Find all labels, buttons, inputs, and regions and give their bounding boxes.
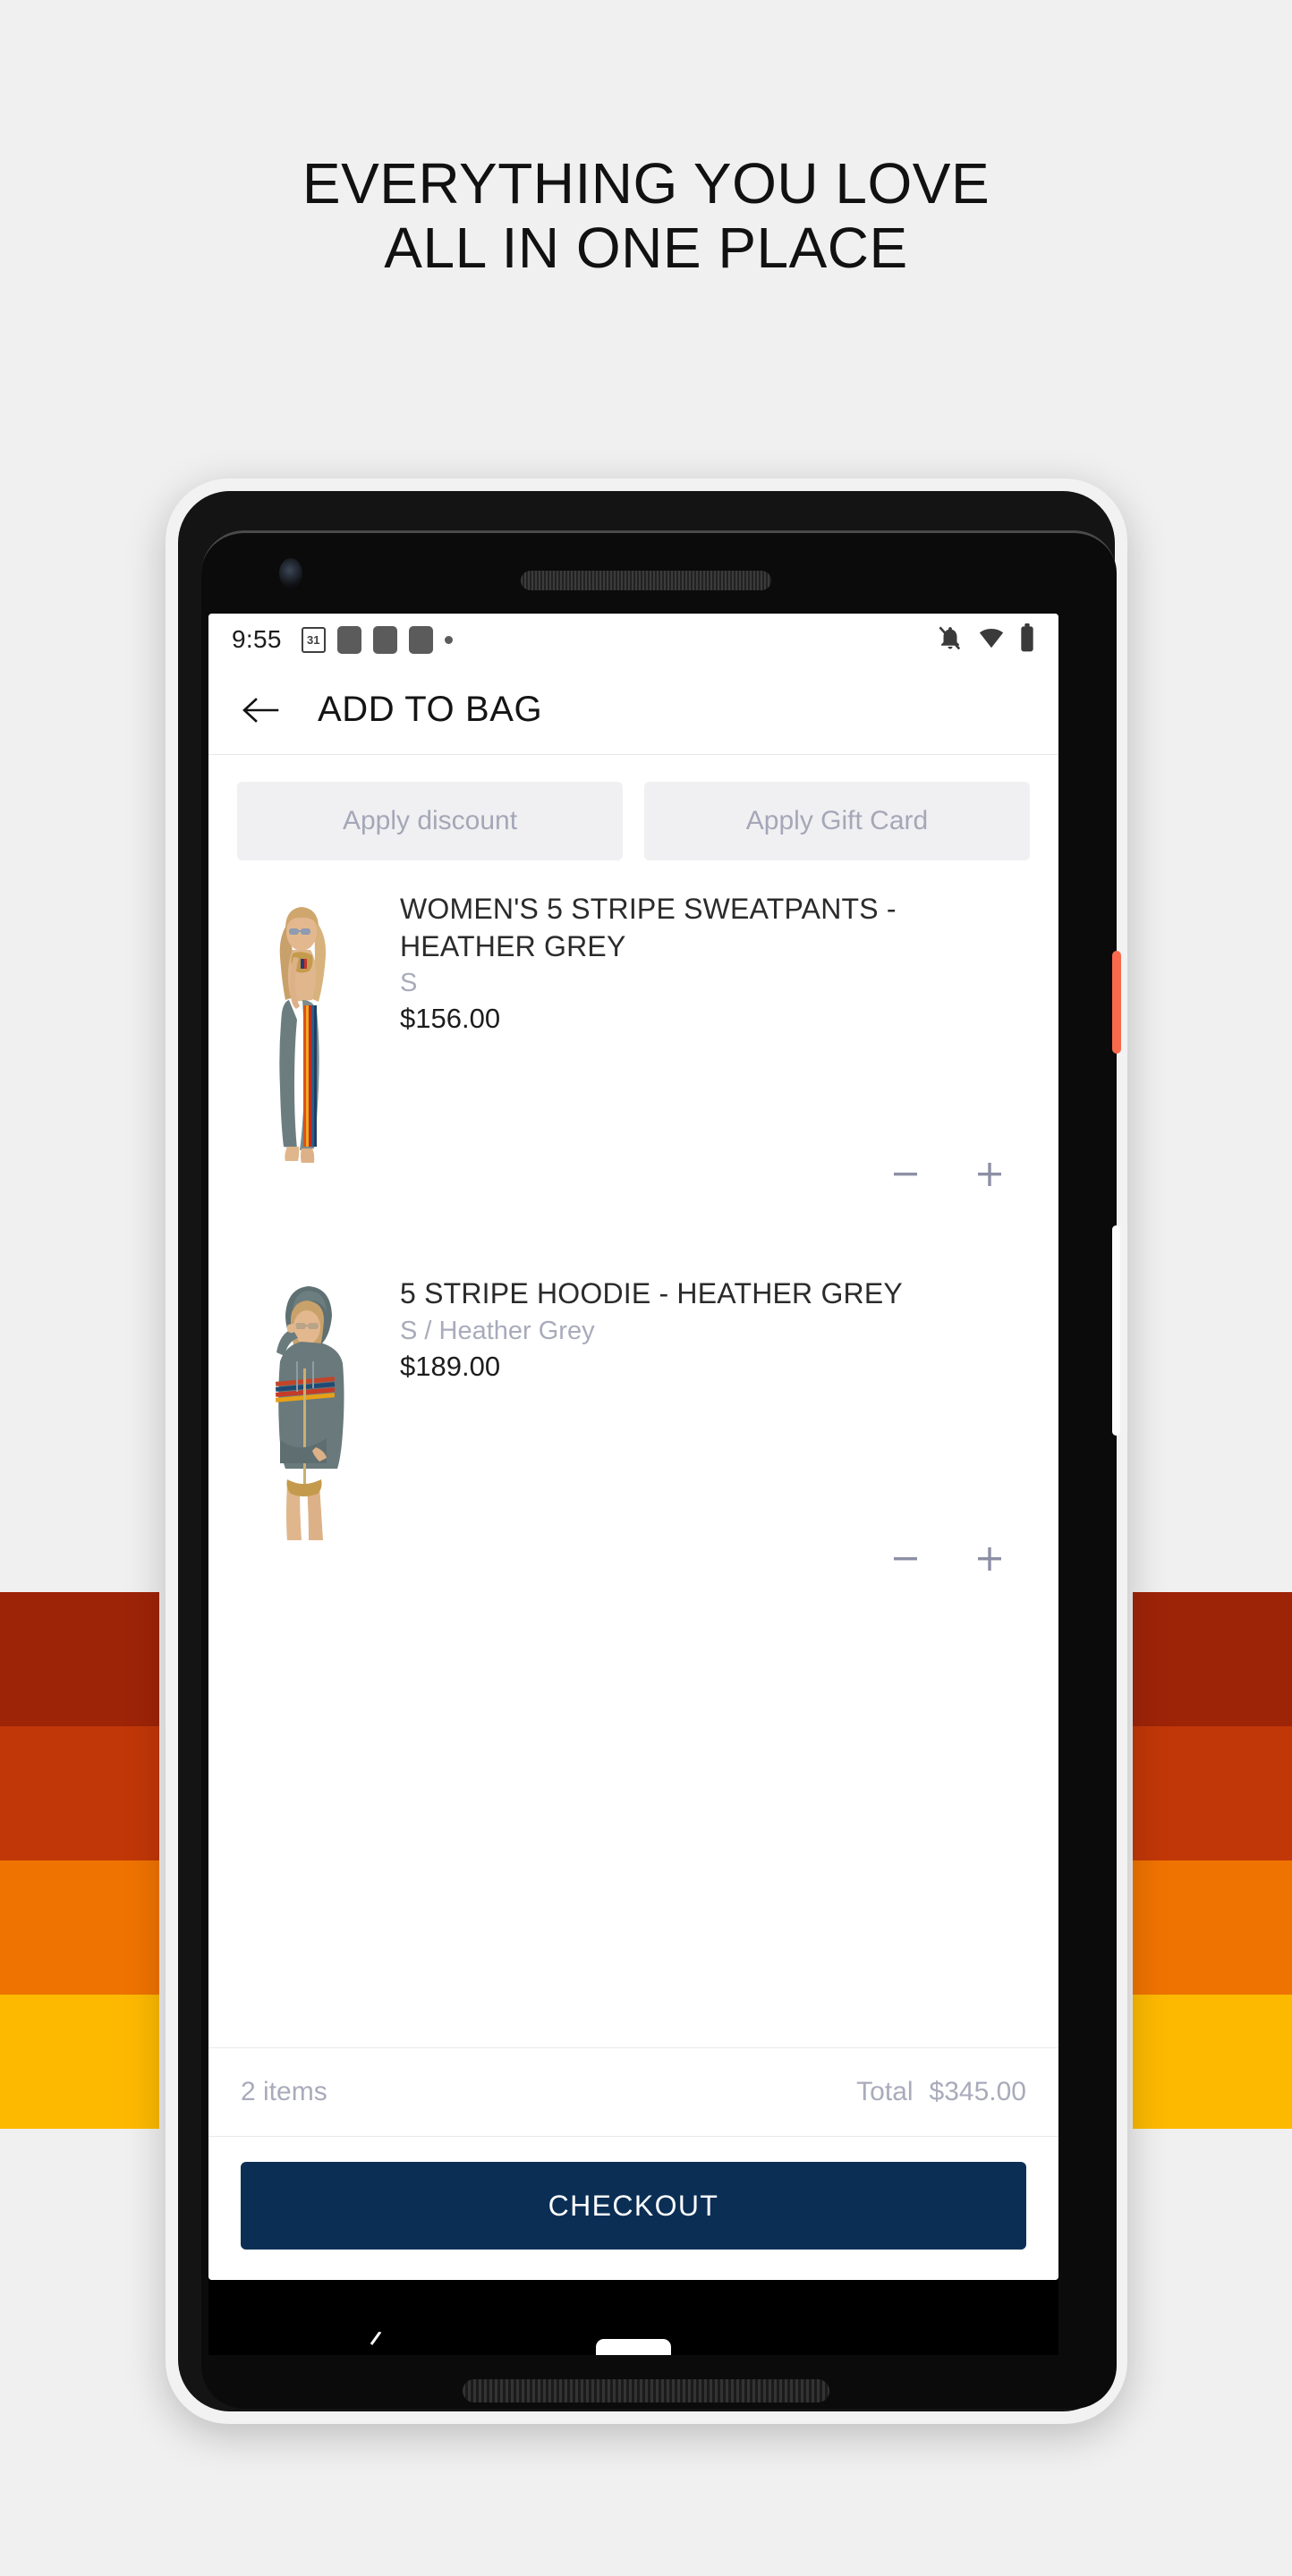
product-variant: S	[400, 969, 418, 998]
page-title: ADD TO BAG	[318, 690, 543, 729]
nav-home-pill[interactable]	[596, 2339, 671, 2355]
decrement-quantity-button[interactable]	[885, 1154, 926, 1195]
product-title: 5 STRIPE HOODIE - HEATHER GREY	[400, 1277, 903, 1309]
calendar-icon: 31	[301, 626, 326, 653]
android-navigation-bar	[208, 2280, 1058, 2355]
app-icon	[336, 625, 361, 654]
stripe-band	[0, 1726, 159, 1860]
app-icon	[372, 625, 397, 654]
decorative-stripes-left	[0, 1592, 159, 2129]
checkout-area: CHECKOUT	[208, 2137, 1058, 2280]
notifications-off-icon	[937, 624, 964, 656]
checkout-button[interactable]: CHECKOUT	[241, 2162, 1026, 2250]
status-bar: 9:55 31	[208, 614, 1058, 665]
stripe-band	[1133, 1592, 1292, 1726]
dot-icon	[444, 635, 453, 644]
phone-screen: 9:55 31 ADD TO BAG Apply discount Apply …	[208, 614, 1058, 2280]
decorative-stripes-right	[1133, 1592, 1292, 2129]
cart-totals-row: 2 items Total $345.00	[208, 2047, 1058, 2137]
stripe-band	[0, 1592, 159, 1726]
cart-item-list: WOMEN'S 5 STRIPE SWEATPANTS - HEATHER GR…	[208, 868, 1058, 1637]
product-thumbnail[interactable]	[237, 887, 373, 1245]
status-bar-clock: 9:55	[232, 625, 282, 653]
back-arrow-icon[interactable]	[239, 690, 280, 731]
bottom-speaker-grille	[463, 2379, 829, 2402]
apply-gift-card-button[interactable]: Apply Gift Card	[644, 782, 1030, 860]
nav-back-icon[interactable]	[368, 2331, 382, 2355]
status-bar-system-icons	[937, 623, 1035, 657]
increment-quantity-button[interactable]	[969, 1154, 1010, 1195]
total-label: Total	[856, 2077, 914, 2106]
cart-footer: 2 items Total $345.00 CHECKOUT	[208, 2047, 1058, 2280]
product-variant: S / Heather Grey	[400, 1316, 595, 1345]
quantity-stepper	[885, 1538, 1030, 1580]
app-icon	[408, 625, 433, 654]
product-title: WOMEN'S 5 STRIPE SWEATPANTS - HEATHER GR…	[400, 893, 897, 962]
wifi-icon	[977, 624, 1006, 656]
cart-item[interactable]: WOMEN'S 5 STRIPE SWEATPANTS - HEATHER GR…	[237, 868, 1030, 1252]
cart-item[interactable]: 5 STRIPE HOODIE - HEATHER GREY S / Heath…	[237, 1252, 1030, 1637]
volume-button[interactable]	[1112, 1225, 1120, 1436]
front-camera-icon	[279, 558, 302, 589]
battery-icon	[1019, 623, 1035, 657]
stripe-band	[0, 1860, 159, 1995]
earpiece-speaker-grille	[521, 571, 771, 590]
product-price: $189.00	[400, 1350, 501, 1382]
status-bar-notification-icons: 31	[301, 625, 453, 654]
hero-headline: EVERYTHING YOU LOVE ALL IN ONE PLACE	[0, 151, 1292, 280]
stripe-band	[0, 1995, 159, 2129]
increment-quantity-button[interactable]	[969, 1538, 1010, 1580]
headline-line-1: EVERYTHING YOU LOVE	[302, 151, 990, 216]
total-group: Total $345.00	[856, 2077, 1026, 2107]
stripe-band	[1133, 1860, 1292, 1995]
stripe-band	[1133, 1995, 1292, 2129]
decrement-quantity-button[interactable]	[885, 1538, 926, 1580]
product-price: $156.00	[400, 1003, 501, 1035]
item-count-label: 2 items	[241, 2077, 327, 2106]
total-value: $345.00	[929, 2077, 1026, 2106]
app-bar: ADD TO BAG	[208, 665, 1058, 755]
apply-discount-button[interactable]: Apply discount	[237, 782, 623, 860]
product-thumbnail[interactable]	[237, 1272, 373, 1630]
promo-button-row: Apply discount Apply Gift Card	[208, 755, 1058, 868]
headline-line-2: ALL IN ONE PLACE	[384, 215, 908, 280]
stripe-band	[1133, 1726, 1292, 1860]
power-button[interactable]	[1112, 951, 1121, 1054]
quantity-stepper	[885, 1154, 1030, 1195]
